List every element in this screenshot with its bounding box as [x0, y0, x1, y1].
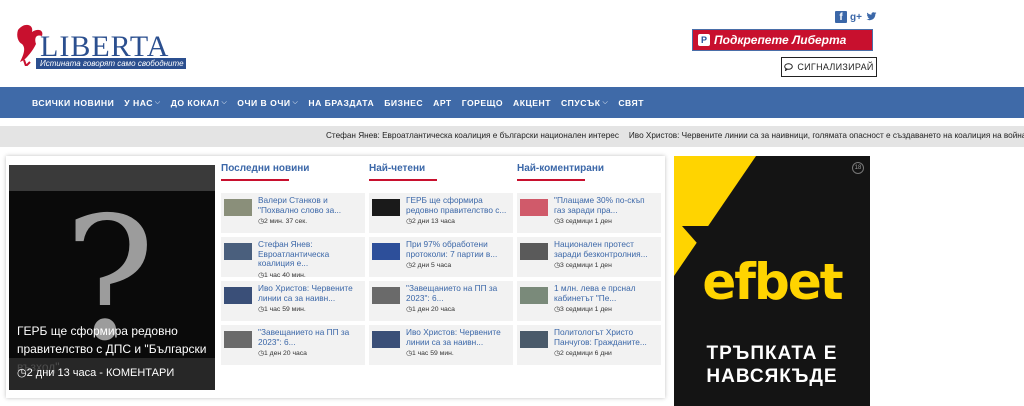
nav-item[interactable]: НА БРАЗДАТА: [308, 98, 374, 108]
chevron-down-icon: ⌵: [602, 98, 609, 106]
nav-item[interactable]: СПУСЪК ⌵: [561, 98, 608, 108]
news-time: ◷1 час 40 мин.: [258, 271, 306, 279]
news-thumbnail[interactable]: [372, 199, 400, 216]
google-plus-icon[interactable]: g+: [850, 11, 862, 23]
news-item[interactable]: Иво Христов: Червените линии са за наивн…: [221, 281, 365, 321]
news-time: ◷2 дни 5 часа: [406, 262, 452, 269]
site-header: LIBERTA Истината говорят само свободните…: [0, 0, 1024, 87]
news-time: ◷1 час 59 мин.: [406, 350, 454, 357]
news-thumbnail[interactable]: [372, 331, 400, 348]
support-button[interactable]: P Подкрепете Либерта: [692, 29, 873, 51]
news-thumbnail[interactable]: [224, 199, 252, 216]
news-item[interactable]: Национален протест заради безконтролния.…: [517, 237, 661, 277]
nav-item[interactable]: ВСИЧКИ НОВИНИ: [32, 98, 114, 108]
news-column: Последни новини Валери Станков и "Похвалн…: [221, 163, 365, 369]
news-item[interactable]: 1 млн. лева е прснал кабинетът "Пе... ◷3 …: [517, 281, 661, 321]
news-time: ◷2 седмици 6 дни: [554, 350, 612, 357]
news-time: ◷1 ден 20 часа: [258, 350, 307, 357]
news-title[interactable]: Иво Христов: Червените линии са за наивн…: [406, 328, 510, 347]
news-time: ◷3 седмици 1 ден: [554, 306, 612, 313]
column-heading[interactable]: Най-четени: [369, 163, 513, 179]
report-button[interactable]: СИГНАЛИЗИРАЙ: [781, 57, 877, 77]
featured-meta: ◷2 дни 13 часа - КОМЕНТАРИ: [9, 358, 215, 390]
twitter-icon[interactable]: [865, 11, 877, 23]
news-column: Най-четени ГЕРБ ще сформира редовно прави…: [369, 163, 513, 369]
news-item[interactable]: При 97% обработени протоколи: 7 партии в…: [369, 237, 513, 277]
chevron-down-icon: ⌵: [154, 98, 161, 106]
news-time: ◷3 седмици 1 ден: [554, 218, 612, 225]
news-time: ◷3 седмици 1 ден: [554, 262, 612, 269]
news-title[interactable]: "Плащаме 30% по-скъп газ заради пра...: [554, 196, 658, 215]
news-title[interactable]: Национален протест заради безконтролния.…: [554, 240, 658, 259]
news-title[interactable]: Иво Христов: Червените линии са за наивн…: [258, 284, 362, 303]
efbet-advertisement[interactable]: 18 efbet ТРЪПКАТА Е НАВСЯКЪДЕ: [674, 156, 870, 406]
paypal-icon: P: [698, 34, 710, 46]
news-time: ◷2 дни 13 часа: [406, 218, 455, 225]
age-restriction-badge: 18: [852, 162, 864, 174]
news-title[interactable]: При 97% обработени протоколи: 7 партии в…: [406, 240, 510, 259]
report-label: СИГНАЛИЗИРАЙ: [797, 62, 874, 72]
nav-item[interactable]: ОЧИ В ОЧИ ⌵: [237, 98, 298, 108]
chevron-down-icon: ⌵: [292, 98, 299, 106]
news-time: ◷1 ден 20 часа: [406, 306, 455, 313]
news-column: Най-коментирани "Плащаме 30% по-скъп газ …: [517, 163, 661, 369]
news-item[interactable]: Политологът Христо Панчугов: Гражданите.…: [517, 325, 661, 365]
nav-item[interactable]: ГОРЕЩО: [462, 98, 503, 108]
nav-item[interactable]: У НАС ⌵: [124, 98, 160, 108]
news-item[interactable]: Стефан Янев: Евроатлантическа коалиция е…: [221, 237, 365, 279]
news-title[interactable]: Валери Станков и "Похвално слово за...: [258, 196, 362, 215]
news-ticker: Стефан Янев: Евроатлантическа коалиция е…: [0, 126, 1024, 147]
ad-brand: efbet: [702, 253, 843, 311]
heading-underline: [517, 179, 585, 181]
featured-article[interactable]: ? ГЕРБ ще сформира редовно правителство …: [9, 165, 215, 390]
news-thumbnail[interactable]: [520, 199, 548, 216]
news-title[interactable]: "Завещанието на ПП за 2023": 6...: [406, 284, 510, 303]
news-title[interactable]: ГЕРБ ще сформира редовно правителство с.…: [406, 196, 510, 215]
nav-item[interactable]: СВЯТ: [618, 98, 644, 108]
site-logo[interactable]: LIBERTA Истината говорят само свободните: [14, 24, 186, 74]
heading-underline: [221, 179, 289, 181]
main-navigation: ВСИЧКИ НОВИНИ У НАС ⌵ ДО КОКАЛ ⌵ ОЧИ В ОЧИ ⌵ НА…: [0, 87, 1024, 118]
news-thumbnail[interactable]: [520, 331, 548, 348]
news-title[interactable]: 1 млн. лева е прснал кабинетът "Пе...: [554, 284, 658, 303]
speech-bubble-icon: [784, 63, 794, 71]
news-time: ◷2 мин. 37 сек.: [258, 218, 308, 225]
support-label: Подкрепете Либерта: [714, 33, 847, 47]
news-title[interactable]: "Завещанието на ПП за 2023": 6...: [258, 328, 362, 347]
nav-item[interactable]: БИЗНЕС: [384, 98, 423, 108]
ticker-item[interactable]: Стефан Янев: Евроатлантическа коалиция е…: [326, 131, 619, 140]
news-thumbnail[interactable]: [224, 331, 252, 348]
news-title[interactable]: Политологът Христо Панчугов: Гражданите.…: [554, 328, 658, 347]
news-thumbnail[interactable]: [520, 287, 548, 304]
column-heading[interactable]: Най-коментирани: [517, 163, 661, 179]
nav-item[interactable]: ДО КОКАЛ ⌵: [171, 98, 228, 108]
nav-item[interactable]: АКЦЕНТ: [513, 98, 551, 108]
news-item[interactable]: ГЕРБ ще сформира редовно правителство с.…: [369, 193, 513, 233]
news-item[interactable]: "Плащаме 30% по-скъп газ заради пра... ◷3…: [517, 193, 661, 233]
news-item[interactable]: Иво Христов: Червените линии са за наивн…: [369, 325, 513, 365]
news-thumbnail[interactable]: [372, 287, 400, 304]
clock-icon: ◷: [17, 367, 27, 379]
ticker-item[interactable]: Иво Христов: Червените линии са за наивн…: [629, 131, 1024, 140]
news-item[interactable]: "Завещанието на ПП за 2023": 6... ◷1 ден …: [221, 325, 365, 365]
news-item[interactable]: Валери Станков и "Похвално слово за... ◷2…: [221, 193, 365, 233]
news-thumbnail[interactable]: [372, 243, 400, 260]
news-time: ◷1 час 59 мин.: [258, 306, 306, 313]
chevron-down-icon: ⌵: [221, 98, 228, 106]
ad-slogan: ТРЪПКАТА Е НАВСЯКЪДЕ: [706, 343, 838, 387]
news-panel: ? ГЕРБ ще сформира редовно правителство …: [6, 156, 665, 398]
facebook-icon[interactable]: f: [835, 11, 847, 23]
column-heading[interactable]: Последни новини: [221, 163, 365, 179]
news-thumbnail[interactable]: [520, 243, 548, 260]
social-links: f g+: [835, 11, 877, 23]
news-thumbnail[interactable]: [224, 287, 252, 304]
nav-item[interactable]: АРТ: [433, 98, 452, 108]
news-item[interactable]: "Завещанието на ПП за 2023": 6... ◷1 ден …: [369, 281, 513, 321]
news-thumbnail[interactable]: [224, 243, 252, 260]
logo-tagline: Истината говорят само свободните: [36, 58, 186, 69]
news-title[interactable]: Стефан Янев: Евроатлантическа коалиция е…: [258, 240, 362, 269]
heading-underline: [369, 179, 437, 181]
